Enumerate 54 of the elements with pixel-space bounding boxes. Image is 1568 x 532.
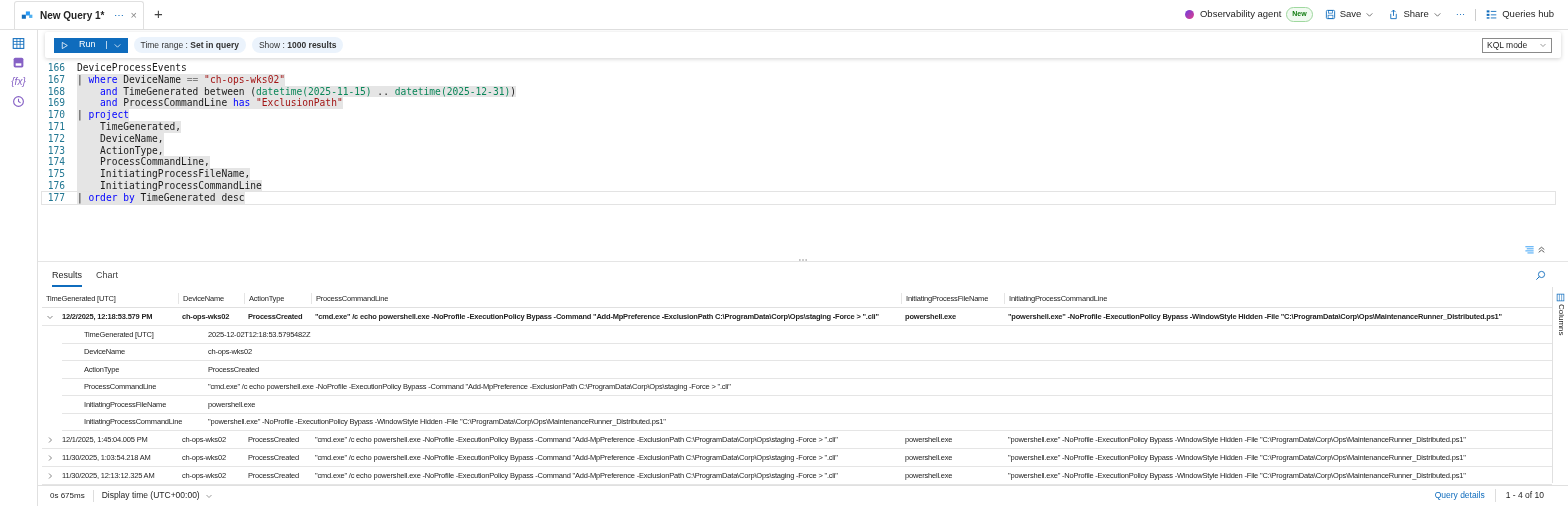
chevron-down-icon[interactable] bbox=[1365, 10, 1375, 19]
play-icon bbox=[60, 40, 69, 50]
line-number: 177 bbox=[46, 191, 66, 204]
line-number: 176 bbox=[46, 179, 66, 192]
line-number: 172 bbox=[46, 132, 66, 145]
close-button[interactable]: × bbox=[130, 7, 137, 24]
code-line: DeviceProcessEvents bbox=[77, 62, 187, 74]
query-duration: 0s 675ms bbox=[50, 489, 94, 502]
columns-panel-toggle[interactable]: Columns bbox=[1554, 304, 1567, 336]
chevron-right-icon[interactable] bbox=[46, 453, 54, 462]
chevron-down-icon bbox=[1539, 41, 1547, 49]
line-number: 167 bbox=[46, 73, 66, 86]
results-tab[interactable]: Chart bbox=[96, 268, 119, 287]
agent-button[interactable]: Observability agent bbox=[1200, 7, 1282, 22]
query-tab[interactable]: New Query 1* ⋯ × bbox=[14, 1, 144, 29]
history-icon[interactable] bbox=[12, 95, 25, 108]
database-icon[interactable] bbox=[12, 56, 25, 69]
line-number: 175 bbox=[46, 168, 66, 180]
more-button[interactable]: ⋯ bbox=[114, 8, 125, 23]
mode-dropdown[interactable]: KQL mode bbox=[1482, 37, 1552, 53]
agent-icon bbox=[1184, 9, 1195, 20]
paging-info: 1 - 4 of 10 bbox=[1505, 489, 1544, 502]
chevron-right-icon[interactable] bbox=[46, 435, 54, 444]
display-time-dropdown[interactable]: Display time (UTC+00:00) bbox=[101, 489, 200, 502]
tab-title: New Query 1* bbox=[40, 9, 105, 23]
query-icon bbox=[21, 9, 34, 22]
format-icon[interactable] bbox=[1524, 244, 1535, 255]
chevron-down-icon[interactable] bbox=[1432, 10, 1442, 19]
table-icon[interactable] bbox=[12, 37, 25, 50]
line-number: 174 bbox=[46, 156, 66, 169]
query-details-link[interactable]: Query details bbox=[1434, 489, 1496, 502]
results-tab[interactable]: Results bbox=[52, 268, 82, 287]
new-tab-button[interactable]: + bbox=[153, 3, 163, 26]
show-results-filter[interactable]: Show : 1000 results bbox=[251, 37, 344, 53]
line-number: 170 bbox=[46, 109, 66, 121]
line-number: 171 bbox=[46, 121, 66, 133]
save-button[interactable]: Save bbox=[1339, 7, 1362, 22]
collapse-icon[interactable] bbox=[1537, 245, 1546, 254]
more-button[interactable]: ··· bbox=[1455, 7, 1466, 22]
line-number: 169 bbox=[46, 97, 66, 110]
functions-icon[interactable]: {fx} bbox=[11, 75, 26, 89]
share-button[interactable]: Share bbox=[1403, 7, 1429, 22]
queries-hub-icon bbox=[1486, 9, 1498, 20]
share-icon bbox=[1388, 9, 1400, 20]
run-button[interactable]: Run bbox=[54, 37, 128, 53]
search-icon[interactable] bbox=[1535, 270, 1546, 281]
line-number: 166 bbox=[46, 62, 66, 74]
time-range-filter[interactable]: Time range : Set in query bbox=[133, 37, 246, 53]
line-number: 173 bbox=[46, 144, 66, 157]
queries-hub-button[interactable]: Queries hub bbox=[1502, 7, 1554, 22]
chevron-right-icon[interactable] bbox=[46, 471, 54, 480]
columns-icon bbox=[1556, 293, 1565, 302]
line-number: 168 bbox=[46, 85, 66, 98]
save-icon bbox=[1324, 9, 1336, 20]
